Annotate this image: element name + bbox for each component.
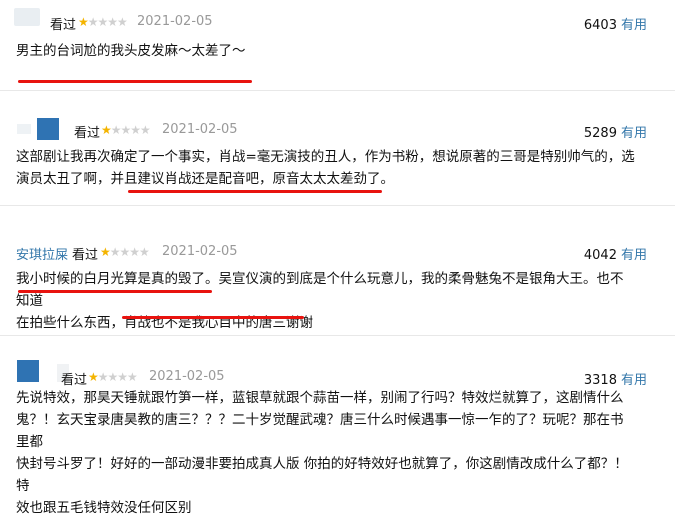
vote-count: 3318 有用 <box>583 373 647 388</box>
rating-stars: ★★★★★ <box>78 15 128 29</box>
review-content: 先说特效，那昊天锤就跟竹笋一样，蓝银草就跟个蒜苗一样，别闹了行吗？特效烂就算了，… <box>16 390 628 516</box>
watched-label: 看过 <box>50 18 77 33</box>
highlight-underline <box>18 290 212 293</box>
vote-count: 4042 有用 <box>583 248 647 263</box>
rating-stars: ★★★★★ <box>88 370 138 384</box>
useful-button[interactable]: 有用 <box>621 126 647 141</box>
useful-button[interactable]: 有用 <box>621 373 647 388</box>
divider <box>0 90 675 91</box>
vote-count: 5289 有用 <box>583 126 647 141</box>
review-content: 我小时候的白月光算是真的毁了。吴宣仪演的到底是个什么玩意儿，我的柔骨魅兔不是银角… <box>16 271 624 331</box>
rating-stars: ★★★★★ <box>100 245 150 259</box>
review-date: 2021-02-05 <box>149 369 225 384</box>
review-date: 2021-02-05 <box>162 122 238 137</box>
avatar[interactable] <box>17 118 59 140</box>
watched-label: 看过 <box>61 373 88 388</box>
review-content: 这部剧让我再次确定了一个事实，肖战=毫无演技的丑人，作为书粉，想说原著的三哥是特… <box>16 149 635 187</box>
review-date: 2021-02-05 <box>162 244 238 259</box>
highlight-underline <box>128 190 382 193</box>
divider <box>0 205 675 206</box>
useful-button[interactable]: 有用 <box>621 248 647 263</box>
rating-stars: ★★★★★ <box>101 123 151 137</box>
useful-button[interactable]: 有用 <box>621 18 647 33</box>
divider <box>0 335 675 336</box>
highlight-underline <box>122 316 304 319</box>
review-content: 男主的台词尬的我头皮发麻～太差了～ <box>16 43 246 59</box>
watched-label: 看过 <box>74 126 101 141</box>
watched-label: 看过 <box>72 248 99 263</box>
highlight-underline <box>18 80 252 83</box>
vote-count: 6403 有用 <box>583 18 647 33</box>
avatar[interactable] <box>14 8 40 26</box>
username-link[interactable]: 安琪拉屎 <box>16 244 68 263</box>
review-date: 2021-02-05 <box>137 14 213 29</box>
